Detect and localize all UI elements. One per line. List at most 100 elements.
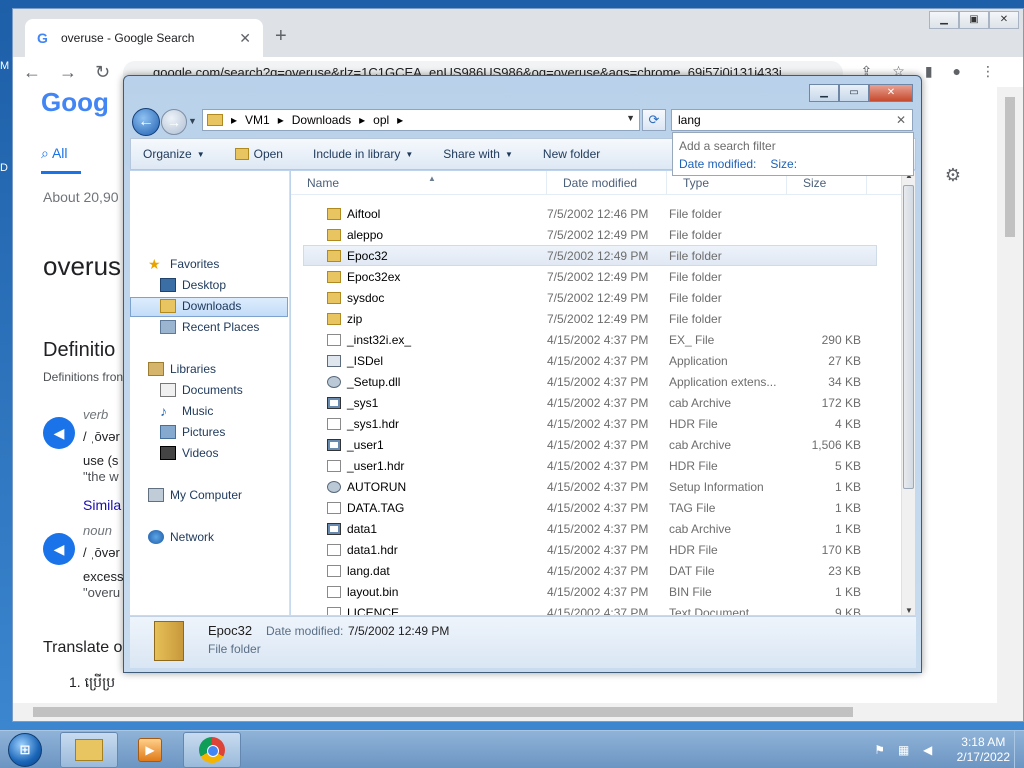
forward-button[interactable]: → (161, 109, 187, 135)
breadcrumb-separator[interactable]: ▸ (397, 113, 403, 127)
file-row[interactable]: layout.bin 4/15/2002 4:37 PM BIN File 1 KB (291, 581, 901, 602)
file-row[interactable]: data1.hdr 4/15/2002 4:37 PM HDR File 170 KB (291, 539, 901, 560)
file-type: HDR File (669, 458, 718, 473)
clear-search-icon[interactable]: ✕ (896, 110, 906, 130)
file-row[interactable]: Aiftool 7/5/2002 12:46 PM File folder (291, 203, 901, 224)
start-button[interactable]: ⊞ (2, 731, 48, 768)
address-dropdown-icon[interactable]: ▼ (626, 113, 635, 123)
nav-libraries[interactable]: Libraries (148, 362, 216, 376)
taskbar-media-player-button[interactable]: ▶ (121, 732, 179, 768)
nav-documents[interactable]: Documents (160, 383, 243, 397)
share-with-menu[interactable]: Share with ▼ (443, 147, 513, 161)
search-input[interactable]: lang ✕ (671, 109, 913, 131)
file-row[interactable]: sysdoc 7/5/2002 12:49 PM File folder (291, 287, 901, 308)
file-row[interactable]: data1 4/15/2002 4:37 PM cab Archive 1 KB (291, 518, 901, 539)
clock[interactable]: 3:18 AM 2/17/2022 (957, 735, 1010, 765)
file-name-cell: Epoc32ex (291, 270, 547, 284)
breadcrumb-item[interactable]: VM1 (245, 113, 270, 127)
column-header-date[interactable]: Date modified (547, 171, 667, 195)
maximize-button[interactable]: ▣ (959, 11, 989, 29)
page-horizontal-scrollbar[interactable] (13, 703, 1023, 721)
speaker-icon[interactable]: ◀ (43, 417, 75, 449)
file-row[interactable]: _Setup.dll 4/15/2002 4:37 PM Application e… (291, 371, 901, 392)
file-row[interactable]: _ISDel 4/15/2002 4:37 PM Application 27 KB (291, 350, 901, 371)
file-type: cab Archive (669, 437, 732, 452)
nav-my-computer[interactable]: My Computer (148, 488, 242, 502)
taskbar-chrome-button[interactable] (183, 732, 241, 768)
refresh-button[interactable]: ⟳ (642, 109, 666, 131)
scrollbar-thumb[interactable] (903, 185, 914, 489)
file-row[interactable]: _sys1 4/15/2002 4:37 PM cab Archive 172 KB (291, 392, 901, 413)
address-breadcrumb[interactable]: ▸ VM1 ▸ Downloads ▸ opl ▸ ▼ (202, 109, 640, 131)
show-desktop-button[interactable] (1014, 731, 1024, 768)
include-in-library-menu[interactable]: Include in library ▼ (313, 147, 413, 161)
volume-icon[interactable]: ◀ (921, 743, 935, 757)
nav-recent-places[interactable]: Recent Places (160, 320, 259, 334)
scrollbar-thumb[interactable] (1005, 97, 1015, 237)
settings-gear-icon[interactable]: ⚙ (945, 165, 961, 186)
definitions-heading: Definitio (43, 339, 116, 361)
file-row[interactable]: _sys1.hdr 4/15/2002 4:37 PM HDR File 4 KB (291, 413, 901, 434)
file-row[interactable]: _inst32i.ex_ 4/15/2002 4:37 PM EX_ File 290… (291, 329, 901, 350)
profile-avatar-icon[interactable]: ● (953, 63, 961, 80)
file-row[interactable]: AUTORUN 4/15/2002 4:37 PM Setup Informatio… (291, 476, 901, 497)
speaker-icon[interactable]: ◀ (43, 533, 75, 565)
file-row[interactable]: lang.dat 4/15/2002 4:37 PM DAT File 23 KB (291, 560, 901, 581)
maximize-button[interactable]: ▭ (839, 84, 869, 102)
breadcrumb-separator[interactable]: ▸ (359, 113, 365, 127)
google-logo[interactable]: Goog (41, 87, 109, 118)
breadcrumb-separator[interactable]: ▸ (278, 113, 284, 127)
file-row[interactable]: Epoc32ex 7/5/2002 12:49 PM File folder (291, 266, 901, 287)
file-row[interactable]: aleppo 7/5/2002 12:49 PM File folder (291, 224, 901, 245)
file-row[interactable]: Epoc32 7/5/2002 12:49 PM File folder (303, 245, 877, 266)
nav-network[interactable]: Network (148, 530, 214, 544)
new-folder-button[interactable]: New folder (543, 147, 600, 161)
minimize-button[interactable]: ▁ (809, 84, 839, 102)
file-list-scrollbar[interactable]: ▲ ▼ (901, 171, 915, 615)
menu-kebab-icon[interactable]: ⋮ (981, 63, 995, 80)
file-date: 7/5/2002 12:49 PM (547, 311, 649, 326)
tab-close-icon[interactable]: ✕ (239, 30, 251, 47)
organize-menu[interactable]: Organize ▼ (143, 147, 205, 161)
breadcrumb-item[interactable]: opl (373, 113, 389, 127)
new-tab-button[interactable]: + (275, 25, 287, 48)
breadcrumb-separator[interactable]: ▸ (231, 113, 237, 127)
scroll-down-arrow-icon[interactable]: ▼ (905, 606, 913, 615)
nav-downloads[interactable]: Downloads (160, 299, 241, 313)
open-button[interactable]: Open (234, 147, 283, 161)
taskbar-explorer-button[interactable] (60, 732, 118, 768)
tab-all-underline (41, 171, 81, 174)
file-row[interactable]: zip 7/5/2002 12:49 PM File folder (291, 308, 901, 329)
nav-favorites[interactable]: ★ Favorites (148, 257, 219, 271)
nav-music[interactable]: ♪ Music (160, 404, 213, 418)
minimize-button[interactable]: ▁ (929, 11, 959, 29)
browser-tab[interactable]: G overuse - Google Search ✕ (25, 19, 263, 57)
nav-pictures[interactable]: Pictures (160, 425, 225, 439)
column-header-name[interactable]: ▲ Name (291, 171, 547, 195)
back-arrow-icon[interactable]: ← (23, 62, 41, 83)
network-status-icon[interactable]: ▦ (897, 743, 911, 757)
pictures-icon (160, 425, 176, 439)
close-button[interactable]: ✕ (869, 84, 913, 102)
file-row[interactable]: _user1.hdr 4/15/2002 4:37 PM HDR File 5 KB (291, 455, 901, 476)
side-panel-icon[interactable]: ▮ (925, 63, 933, 80)
filter-date-modified[interactable]: Date modified: (679, 157, 756, 171)
filter-size[interactable]: Size: (770, 157, 797, 171)
reload-icon[interactable]: ↻ (95, 62, 110, 83)
action-center-flag-icon[interactable]: ⚑ (873, 743, 887, 757)
page-vertical-scrollbar[interactable] (997, 87, 1023, 703)
scrollbar-thumb[interactable] (33, 707, 853, 717)
similar-link[interactable]: Simila (83, 497, 121, 513)
tab-all[interactable]: ⌕ All (41, 145, 68, 162)
nav-desktop[interactable]: Desktop (160, 278, 226, 292)
close-button[interactable]: ✕ (989, 11, 1019, 29)
file-row[interactable]: DATA.TAG 4/15/2002 4:37 PM TAG File 1 KB (291, 497, 901, 518)
nav-videos[interactable]: Videos (160, 446, 218, 460)
file-row[interactable]: _user1 4/15/2002 4:37 PM cab Archive 1,506 … (291, 434, 901, 455)
forward-arrow-icon[interactable]: → (59, 62, 77, 83)
file-row[interactable]: LICENCE 4/15/2002 4:37 PM Text Document 9 K… (291, 602, 901, 615)
breadcrumb-item[interactable]: Downloads (292, 113, 351, 127)
app-icon (327, 354, 341, 367)
back-button[interactable]: ← (132, 108, 160, 136)
recent-pages-chevron-icon[interactable]: ▼ (188, 116, 197, 126)
